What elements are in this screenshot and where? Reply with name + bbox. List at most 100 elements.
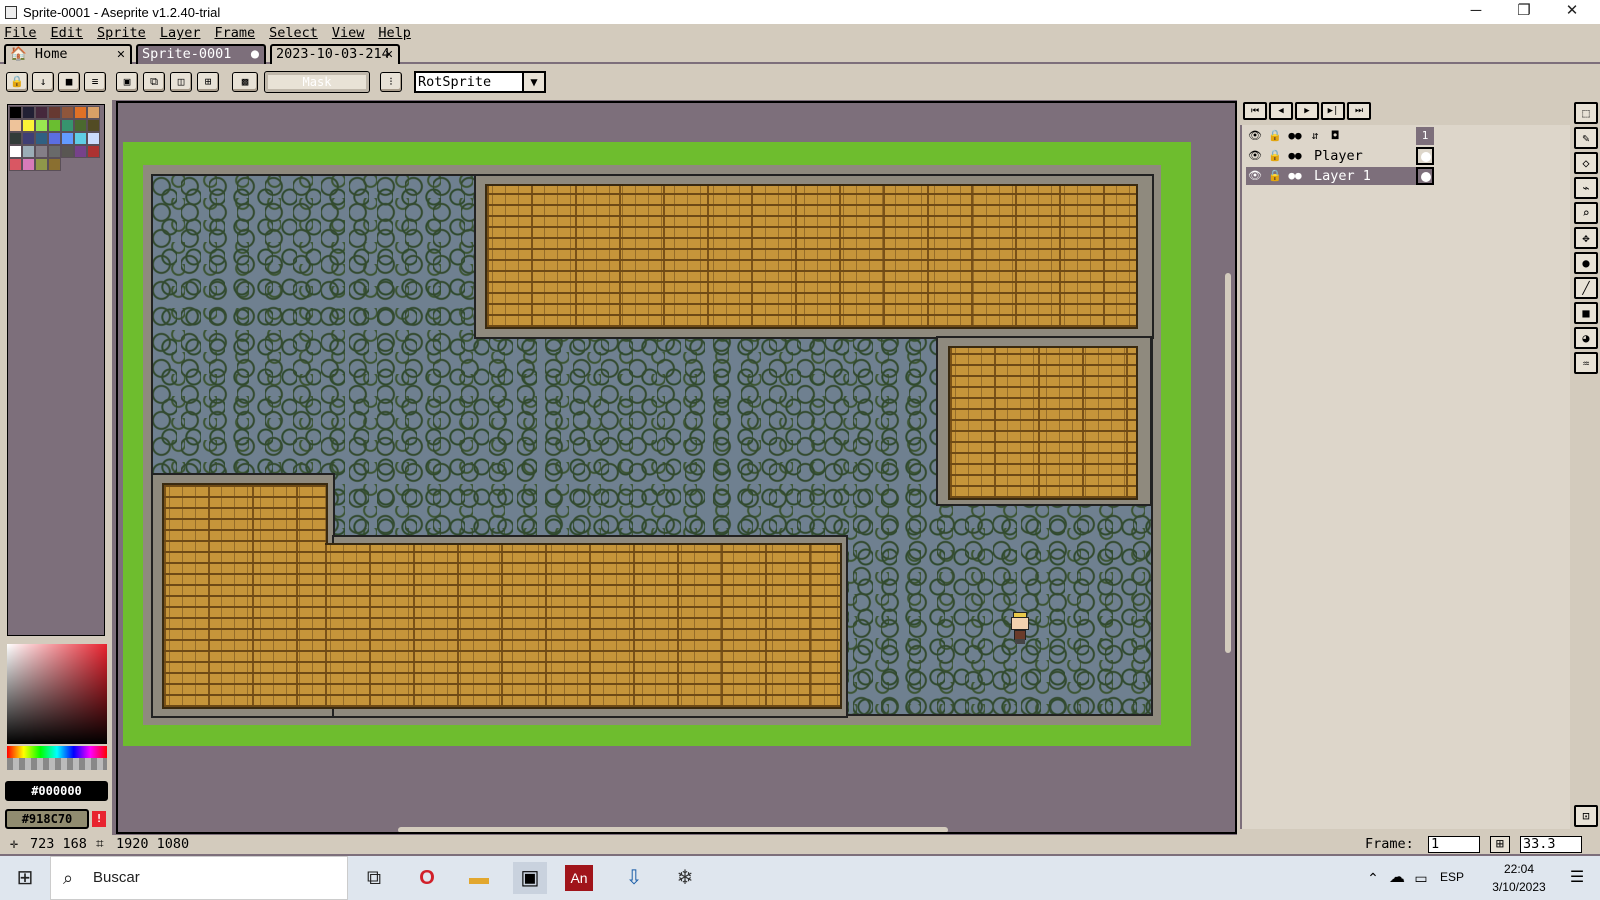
- background-color-button[interactable]: #918C70: [5, 809, 89, 829]
- palette-swatch[interactable]: [87, 119, 100, 132]
- palette-grid[interactable]: [9, 106, 103, 171]
- minimize-button[interactable]: ─: [1452, 0, 1500, 24]
- rotation-algorithm-select[interactable]: RotSprite: [414, 71, 524, 93]
- cel[interactable]: [1416, 167, 1434, 185]
- layer-options-icon[interactable]: ◘: [1326, 127, 1344, 145]
- menu-sprite[interactable]: Sprite: [97, 25, 146, 41]
- palette-swatch[interactable]: [74, 119, 87, 132]
- tab-sprite-0001[interactable]: Sprite-0001 ●: [136, 44, 266, 64]
- menu-select[interactable]: Select: [269, 25, 318, 41]
- contour-icon[interactable]: ◕: [1574, 327, 1598, 349]
- lock-icon[interactable]: 🔒: [1266, 147, 1284, 165]
- rectangle-icon[interactable]: ■: [1574, 302, 1598, 324]
- horizontal-scrollbar[interactable]: [398, 827, 948, 832]
- palette-swatch[interactable]: [74, 132, 87, 145]
- menu-frame[interactable]: Frame: [214, 25, 255, 41]
- layer-name[interactable]: Layer 1: [1310, 167, 1396, 185]
- palette-swatch[interactable]: [22, 132, 35, 145]
- aseprite-taskbar-icon[interactable]: ▣: [513, 862, 547, 894]
- add-frame-icon[interactable]: ⊞: [1490, 836, 1510, 853]
- menu-file[interactable]: File: [4, 25, 37, 41]
- square-icon[interactable]: ■: [58, 72, 80, 92]
- palette-swatch[interactable]: [48, 106, 61, 119]
- eye-icon[interactable]: 👁: [1246, 127, 1264, 145]
- palette-swatch[interactable]: [87, 106, 100, 119]
- vertical-scrollbar[interactable]: [1225, 273, 1231, 653]
- palette-swatch[interactable]: [61, 119, 74, 132]
- line-icon[interactable]: ╱: [1574, 277, 1598, 299]
- maximize-button[interactable]: ❐: [1500, 0, 1548, 24]
- palette-swatch[interactable]: [22, 119, 35, 132]
- mask-button[interactable]: Mask: [264, 71, 370, 93]
- palette-swatch[interactable]: [87, 145, 100, 158]
- lock-icon[interactable]: 🔒: [1266, 127, 1284, 145]
- foreground-color-button[interactable]: #000000: [5, 781, 108, 801]
- previous-frame-icon[interactable]: ◀: [1269, 102, 1293, 120]
- clock[interactable]: 22:04 3/10/2023: [1484, 860, 1554, 896]
- blur-icon[interactable]: ♒: [1574, 352, 1598, 374]
- chevron-down-icon[interactable]: ▼: [522, 71, 546, 93]
- link-cels-icon[interactable]: ⇵: [1306, 127, 1324, 145]
- battery-icon[interactable]: ▭: [1404, 862, 1438, 894]
- palette-swatch[interactable]: [35, 132, 48, 145]
- steam-download-icon[interactable]: ⇩: [617, 862, 651, 894]
- tab-home-close-icon[interactable]: ✕: [117, 46, 125, 63]
- palette-swatch[interactable]: [61, 145, 74, 158]
- next-frame-icon[interactable]: ▶|: [1321, 102, 1345, 120]
- palette-swatch[interactable]: [22, 158, 35, 171]
- selection-add-icon[interactable]: ⧉: [143, 72, 165, 92]
- taskbar-search[interactable]: ⌕ Buscar: [50, 856, 348, 900]
- palette-swatch[interactable]: [35, 145, 48, 158]
- notifications-icon[interactable]: ☰: [1560, 862, 1594, 894]
- palette-swatch[interactable]: [48, 145, 61, 158]
- last-frame-icon[interactable]: ⏭: [1347, 102, 1371, 120]
- palette-swatch[interactable]: [9, 145, 22, 158]
- cel[interactable]: [1416, 147, 1434, 165]
- layer-row-layer-1[interactable]: 👁 🔒 ●● Layer 1: [1246, 167, 1434, 185]
- palette-swatch[interactable]: [22, 106, 35, 119]
- windows-start-icon[interactable]: ⊞: [8, 862, 42, 894]
- menu-help[interactable]: Help: [378, 25, 411, 41]
- zoom-input[interactable]: 33.3: [1520, 836, 1582, 853]
- palette-swatch[interactable]: [61, 106, 74, 119]
- color-picker-sv[interactable]: [7, 644, 107, 744]
- palette-swatch[interactable]: [35, 106, 48, 119]
- menu-view[interactable]: View: [332, 25, 365, 41]
- palette-swatch[interactable]: [9, 119, 22, 132]
- continuous-icon[interactable]: ●●: [1286, 167, 1304, 185]
- tab-2023-close-icon[interactable]: ✕: [385, 46, 393, 63]
- hue-slider[interactable]: [7, 746, 107, 758]
- pencil-icon[interactable]: ✎: [1574, 127, 1598, 149]
- palette-swatch[interactable]: [74, 106, 87, 119]
- task-view-icon[interactable]: ⧉: [357, 862, 391, 894]
- palette-swatch[interactable]: [35, 119, 48, 132]
- menu-edit[interactable]: Edit: [51, 25, 84, 41]
- continuous-icon[interactable]: ●●: [1286, 147, 1304, 165]
- palette-swatch[interactable]: [87, 132, 100, 145]
- eraser-icon[interactable]: ◇: [1574, 152, 1598, 174]
- selection-subtract-icon[interactable]: ◫: [170, 72, 192, 92]
- eye-icon[interactable]: 👁: [1246, 167, 1264, 185]
- frame-header[interactable]: 1: [1416, 127, 1434, 145]
- fit-screen-icon[interactable]: ⊡: [1574, 805, 1598, 827]
- settings-snowflake-icon[interactable]: ❄: [668, 862, 702, 894]
- transparent-color-icon[interactable]: ▩: [232, 72, 258, 92]
- palette-swatch[interactable]: [48, 132, 61, 145]
- menu-layer[interactable]: Layer: [160, 25, 201, 41]
- palette-swatch[interactable]: [9, 132, 22, 145]
- marquee-icon[interactable]: ⬚: [1574, 102, 1598, 124]
- warning-icon[interactable]: !: [92, 811, 106, 827]
- palette-swatch[interactable]: [61, 132, 74, 145]
- tab-sprite-modified-icon[interactable]: ●: [251, 46, 259, 63]
- lock-icon[interactable]: 🔒: [6, 72, 28, 92]
- layer-name[interactable]: Player: [1310, 147, 1396, 165]
- file-explorer-icon[interactable]: ▬: [462, 862, 496, 894]
- play-icon[interactable]: ▶: [1295, 102, 1319, 120]
- language-indicator[interactable]: ESP: [1440, 870, 1464, 884]
- canvas-viewport[interactable]: [116, 101, 1237, 834]
- palette-swatch[interactable]: [35, 158, 48, 171]
- move-icon[interactable]: ✥: [1574, 227, 1598, 249]
- alpha-slider[interactable]: [7, 758, 107, 770]
- palette-swatch[interactable]: [74, 145, 87, 158]
- animate-app-icon[interactable]: An: [565, 865, 593, 891]
